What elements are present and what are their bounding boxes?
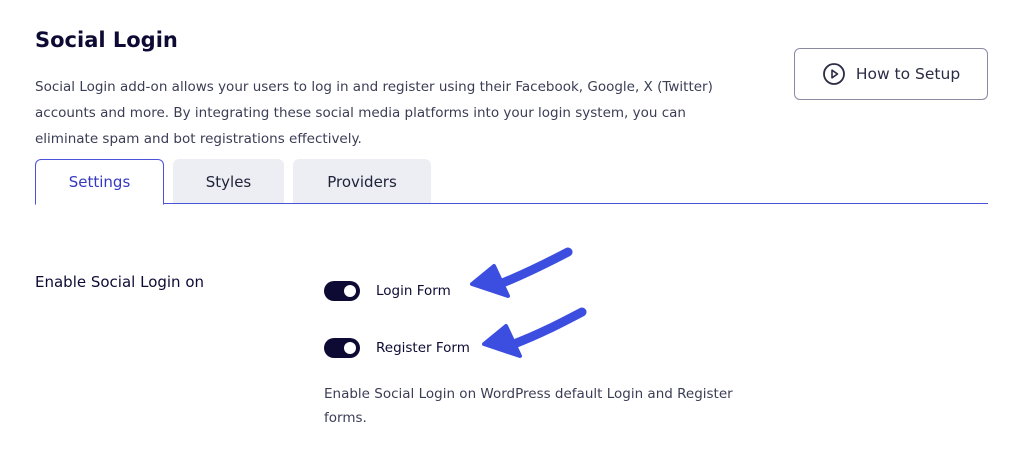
toggle-knob: [344, 285, 356, 297]
toggle-knob: [344, 342, 356, 354]
login-form-toggle[interactable]: [324, 281, 360, 301]
settings-tabs: Settings Styles Providers: [35, 159, 440, 205]
tab-providers[interactable]: Providers: [293, 159, 431, 204]
register-form-label: Register Form: [376, 340, 470, 356]
annotation-arrow-icon: [482, 307, 587, 358]
helper-text: Enable Social Login on WordPress default…: [324, 386, 733, 426]
annotation-arrow-icon: [470, 247, 573, 298]
play-circle-icon: [822, 62, 846, 86]
register-form-toggle-row: Register Form: [324, 338, 470, 358]
tab-settings[interactable]: Settings: [35, 159, 164, 205]
login-form-label: Login Form: [376, 283, 451, 299]
register-form-toggle[interactable]: [324, 338, 360, 358]
page-title: Social Login: [35, 28, 178, 52]
enable-social-login-label: Enable Social Login on: [35, 273, 205, 291]
tabs-divider: [35, 203, 988, 204]
login-form-toggle-row: Login Form: [324, 281, 451, 301]
how-to-setup-button[interactable]: How to Setup: [794, 48, 988, 100]
page-description: Social Login add-on allows your users to…: [35, 79, 713, 147]
tab-styles[interactable]: Styles: [173, 159, 284, 204]
how-to-setup-label: How to Setup: [855, 65, 961, 83]
